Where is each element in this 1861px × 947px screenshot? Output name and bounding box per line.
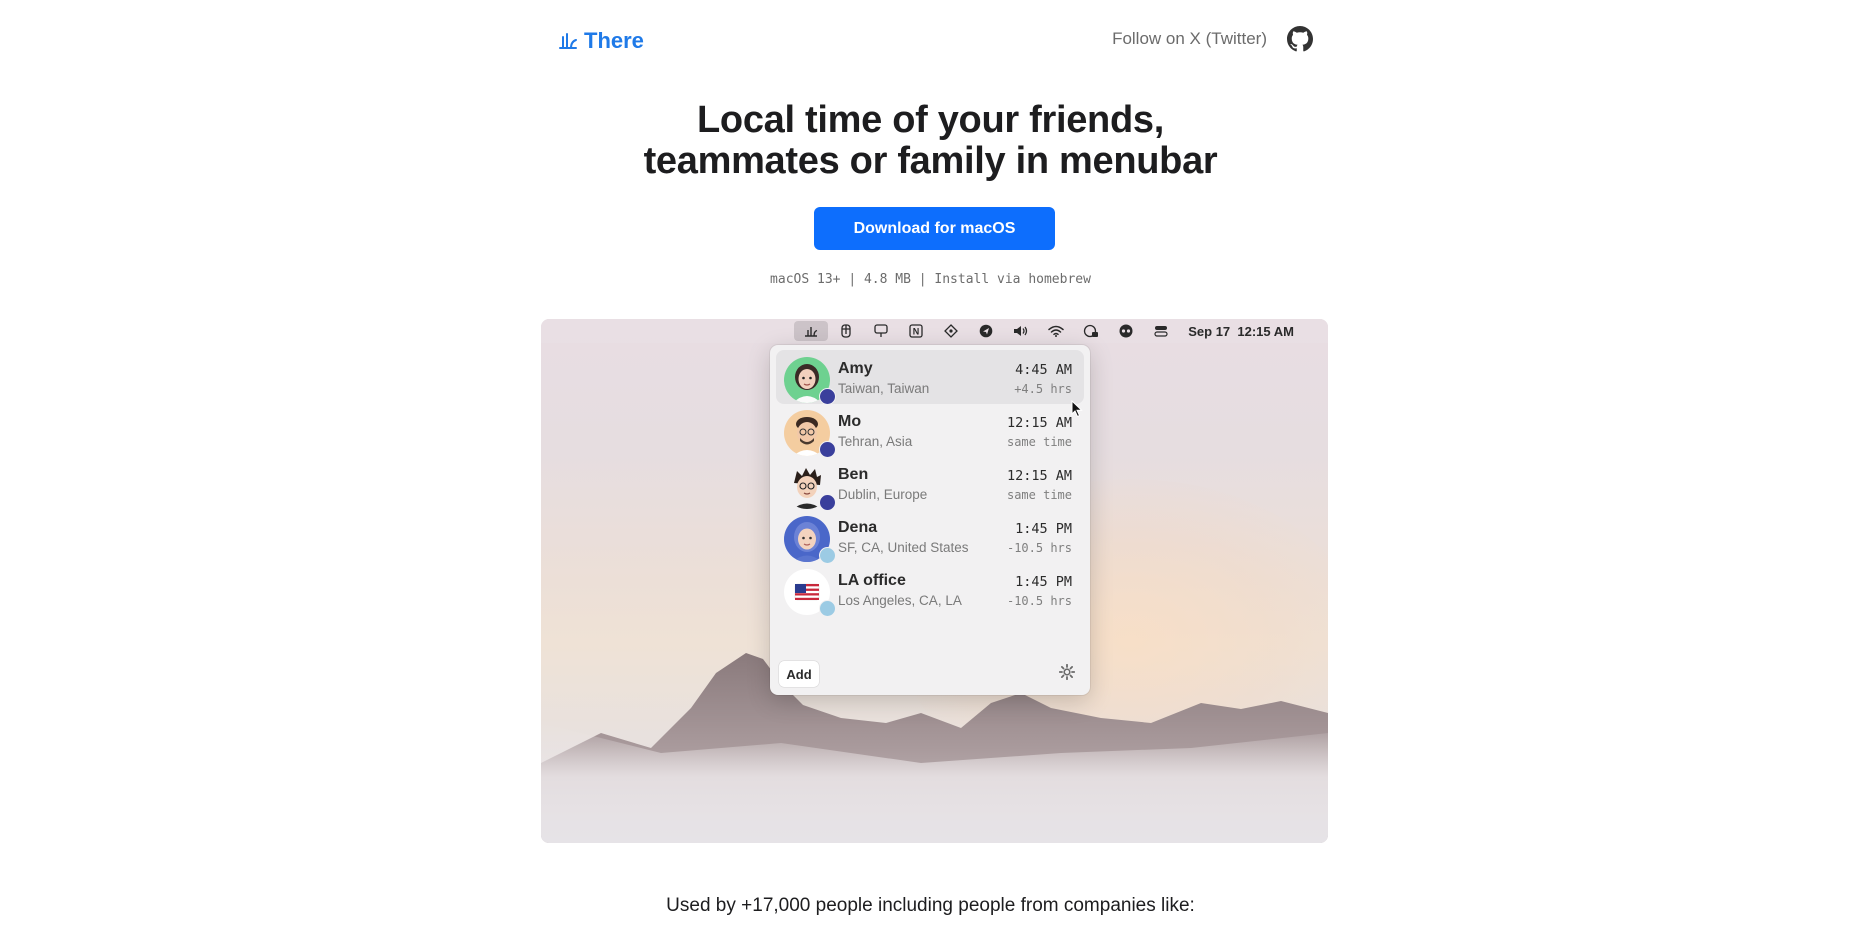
day-badge-icon [819,600,836,617]
add-person-button[interactable]: Add [779,661,819,687]
there-app-icon[interactable] [794,321,829,341]
person-time-diff: same time [1006,435,1072,449]
lock-clock-icon[interactable] [1073,319,1108,343]
person-time: 1:45 PM [1015,574,1072,590]
person-time-diff: -10.5 hrs [1006,594,1072,608]
presentation-icon[interactable] [863,319,898,343]
download-macos-button[interactable]: Download for macOS [814,207,1055,250]
hero-title-line2: teammates or family in menubar [643,140,1218,182]
person-time: 1:45 PM [1015,521,1072,537]
person-name: Mo [838,413,862,430]
person-name: LA office [838,572,906,589]
github-link[interactable] [1287,26,1313,52]
person-time: 12:15 AM [1006,415,1072,431]
person-location: SF, CA, United States [838,540,969,555]
eyes-icon[interactable] [1108,319,1143,343]
person-name: Dena [838,519,878,536]
notion-icon[interactable]: N [898,319,933,343]
follow-twitter-link[interactable]: Follow on X (Twitter) [1112,29,1267,49]
person-row-mo[interactable]: Mo Tehran, Asia 12:15 AM same time [776,403,1084,458]
person-name: Ben [838,466,869,483]
install-meta: macOS 13+ | 4.8 MB | Install via homebre… [770,272,1091,287]
used-by-text: Used by +17,000 people including people … [666,895,1195,916]
diamond-icon[interactable] [933,319,968,343]
person-location: Los Angeles, CA, LA [838,593,962,608]
volume-icon[interactable] [1003,319,1038,343]
hero-title: Local time of your friends, teammates or… [0,100,1861,182]
person-row-amy[interactable]: Amy Taiwan, Taiwan 4:45 AM +4.5 hrs [776,350,1084,405]
control-center-icon[interactable] [1143,319,1178,343]
timezones-popup: Amy Taiwan, Taiwan 4:45 AM +4.5 hrs Mo T… [770,345,1090,695]
logo-text: There [584,28,644,53]
person-location: Dublin, Europe [838,487,928,502]
person-row-la-office[interactable]: LA office Los Angeles, CA, LA 1:45 PM -1… [776,562,1084,617]
person-time-diff: -10.5 hrs [1006,541,1072,555]
mouse-cursor-icon [1071,400,1083,418]
hero-title-line1: Local time of your friends, [697,99,1164,141]
wifi-icon[interactable] [1038,319,1073,343]
settings-button[interactable] [1056,663,1078,685]
person-time-diff: same time [1006,488,1072,502]
app-screenshot: N Sep 17 12:15 AM Amy Taiwan, Taiwan 4:4… [541,319,1328,843]
logo-link[interactable]: There [558,28,644,54]
menubar-date[interactable]: Sep 17 12:15 AM [1188,324,1294,339]
person-row-ben[interactable]: Ben Dublin, Europe 12:15 AM same time [776,456,1084,511]
there-logo-icon [559,33,577,49]
person-row-dena[interactable]: Dena SF, CA, United States 1:45 PM -10.5… [776,509,1084,564]
figma-icon[interactable] [828,319,863,343]
person-time-diff: +4.5 hrs [1014,382,1072,396]
person-location: Taiwan, Taiwan [838,381,930,396]
macos-menubar: N Sep 17 12:15 AM [541,319,1328,343]
gear-icon [1058,663,1076,680]
header-nav: Follow on X (Twitter) [1112,26,1313,52]
person-location: Tehran, Asia [838,434,913,449]
send-icon[interactable] [968,319,1003,343]
svg-text:N: N [912,327,919,337]
person-name: Amy [838,360,873,377]
person-time: 12:15 AM [1006,468,1072,484]
us-flag-icon [794,583,820,601]
github-icon [1287,26,1313,52]
person-time: 4:45 AM [1015,362,1072,378]
